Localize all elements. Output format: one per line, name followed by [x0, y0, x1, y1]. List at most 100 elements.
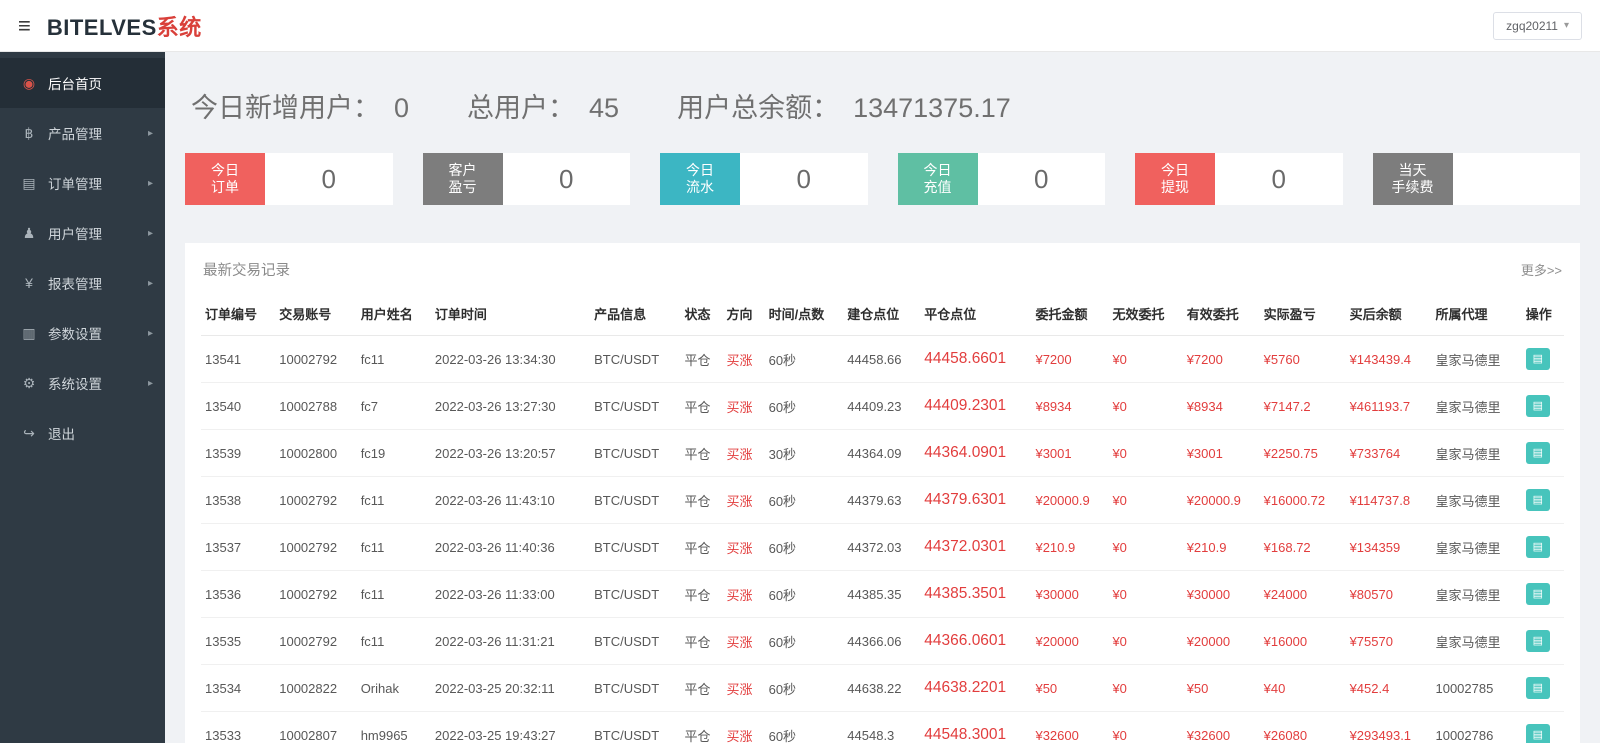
row-action-button[interactable]: ▤	[1525, 395, 1550, 417]
sidebar-item-dashboard[interactable]: ◉ 后台首页	[0, 58, 165, 108]
sidebar-item-users[interactable]: ♟ 用户管理 ▸	[0, 208, 165, 258]
cell-direction: 买涨	[722, 382, 765, 430]
sidebar-item-reports[interactable]: ¥ 报表管理 ▸	[0, 258, 165, 308]
cell-username: fc11	[356, 617, 431, 665]
cell-balance-after: ¥134359	[1345, 523, 1432, 571]
stat-new-users-value: 0	[394, 93, 410, 123]
cell-actual-pnl: ¥26080	[1259, 711, 1346, 743]
cell-product: BTC/USDT	[590, 429, 681, 477]
stat-card-label: 今日 充值	[897, 153, 978, 205]
cell-invalid-entrust: ¥0	[1108, 335, 1183, 383]
top-bar: ≡ BITELVES系统 zgq20211 ▾	[0, 0, 1600, 52]
cell-account: 10002792	[275, 523, 357, 571]
column-header: 交易账号	[275, 292, 357, 336]
row-action-button[interactable]: ▤	[1525, 348, 1550, 370]
cell-agent: 皇家马德里	[1431, 335, 1522, 383]
table-row: 13534 10002822 Orihak 2022-03-25 20:32:11 BT…	[201, 664, 1564, 712]
column-header: 订单时间	[430, 292, 591, 336]
hamburger-menu-icon[interactable]: ≡	[18, 14, 31, 37]
chevron-right-icon: ▸	[147, 177, 153, 189]
cell-account: 10002807	[275, 711, 357, 743]
cell-valid-entrust: ¥30000	[1182, 570, 1260, 618]
cell-actual-pnl: ¥168.72	[1259, 523, 1346, 571]
stat-card-today-flow: 今日 流水 0	[660, 153, 868, 205]
cell-status: 平仓	[680, 523, 723, 571]
cell-open-point: 44379.63	[843, 476, 921, 524]
stat-card-today-withdraw: 今日 提现 0	[1135, 153, 1343, 205]
cell-action: ▤	[1521, 617, 1564, 665]
row-action-button[interactable]: ▤	[1525, 630, 1550, 652]
sidebar-item-params[interactable]: ▥ 参数设置 ▸	[0, 308, 165, 358]
chevron-down-icon: ▾	[1563, 20, 1569, 31]
trade-table-card: 最新交易记录 更多>> 订单编号 交易账号 用户姓名 订单时间 产品信息 状态 方向 时间/点…	[185, 243, 1580, 743]
row-action-button[interactable]: ▤	[1525, 536, 1550, 558]
cell-valid-entrust: ¥7200	[1182, 335, 1260, 383]
cell-agent: 皇家马德里	[1431, 617, 1522, 665]
stat-card-label-line: 提现	[1161, 179, 1189, 195]
cell-order-id: 13534	[201, 664, 276, 712]
cell-entrust-amount: ¥8934	[1031, 382, 1109, 430]
sidebar-item-label: 产品管理	[48, 127, 102, 142]
sidebar-item-products[interactable]: ฿ 产品管理 ▸	[0, 108, 165, 158]
cell-invalid-entrust: ¥0	[1108, 523, 1183, 571]
cell-username: hm9965	[356, 711, 431, 743]
row-action-button[interactable]: ▤	[1525, 489, 1550, 511]
cell-entrust-amount: ¥7200	[1031, 335, 1109, 383]
cell-time-points: 60秒	[764, 523, 844, 571]
row-action-button[interactable]: ▤	[1525, 677, 1550, 699]
app-title: BITELVES系统	[47, 10, 202, 42]
row-action-button[interactable]: ▤	[1525, 442, 1550, 464]
cell-order-id: 13539	[201, 429, 276, 477]
cell-time-points: 60秒	[764, 711, 844, 743]
cell-close-point: 44638.2201	[920, 664, 1032, 712]
stat-cards: 今日 订单 0 客户 盈亏 0 今日 流水 0 今日 充值 0 今日 提现 0 当天 手续费	[185, 153, 1580, 205]
stat-card-value: 0	[796, 163, 811, 194]
cell-time-points: 60秒	[764, 476, 844, 524]
column-header: 实际盈亏	[1259, 292, 1346, 336]
column-header: 时间/点数	[764, 292, 844, 336]
cell-entrust-amount: ¥30000	[1031, 570, 1109, 618]
cell-invalid-entrust: ¥0	[1108, 476, 1183, 524]
cell-balance-after: ¥452.4	[1345, 664, 1432, 712]
more-link[interactable]: 更多>>	[1521, 260, 1562, 279]
cell-balance-after: ¥114737.8	[1345, 476, 1432, 524]
cell-product: BTC/USDT	[590, 617, 681, 665]
row-action-button[interactable]: ▤	[1525, 583, 1550, 605]
cell-balance-after: ¥293493.1	[1345, 711, 1432, 743]
cell-order-time: 2022-03-26 13:20:57	[430, 429, 591, 477]
cell-actual-pnl: ¥7147.2	[1259, 382, 1346, 430]
cell-time-points: 60秒	[764, 617, 844, 665]
cell-direction: 买涨	[722, 711, 765, 743]
table-row: 13539 10002800 fc19 2022-03-26 13:20:57 BTC/…	[201, 429, 1564, 477]
cell-product: BTC/USDT	[590, 335, 681, 383]
row-action-button[interactable]: ▤	[1525, 724, 1550, 743]
cell-balance-after: ¥733764	[1345, 429, 1432, 477]
brand-name: BITELVES	[46, 14, 157, 40]
chevron-right-icon: ▸	[147, 227, 153, 239]
column-header: 平仓点位	[920, 292, 1032, 336]
stat-card-value: 0	[1271, 163, 1286, 194]
trade-table-body: 13541 10002792 fc11 2022-03-26 13:34:30 BTC/…	[201, 335, 1564, 743]
cell-close-point: 44364.0901	[920, 429, 1032, 477]
cell-direction: 买涨	[722, 476, 765, 524]
column-header: 有效委托	[1182, 292, 1260, 336]
user-menu[interactable]: zgq20211 ▾	[1493, 11, 1582, 40]
main-content: 今日新增用户： 0 总用户： 45 用户总余额： 13471375.17 今日订…	[165, 52, 1600, 743]
sidebar-item-label: 系统设置	[48, 377, 102, 392]
stat-total-balance-value: 13471375.17	[853, 93, 1011, 123]
cell-account: 10002792	[275, 476, 357, 524]
cell-account: 10002792	[275, 335, 357, 383]
cell-actual-pnl: ¥24000	[1259, 570, 1346, 618]
cell-account: 10002822	[275, 664, 357, 712]
sidebar-item-system[interactable]: ⚙ 系统设置 ▸	[0, 358, 165, 408]
sidebar-item-orders[interactable]: ▤ 订单管理 ▸	[0, 158, 165, 208]
stat-card-label-line: 充值	[923, 179, 952, 195]
cell-agent: 10002785	[1431, 664, 1522, 712]
cell-invalid-entrust: ¥0	[1108, 429, 1183, 477]
cell-valid-entrust: ¥3001	[1182, 429, 1260, 477]
table-row: 13533 10002807 hm9965 2022-03-25 19:43:27 BT…	[201, 711, 1564, 743]
bitcoin-icon: ฿	[24, 124, 34, 141]
cell-account: 10002792	[275, 617, 357, 665]
sidebar-item-logout[interactable]: ↪ 退出	[0, 408, 165, 458]
sidebar-nav: ◉ 后台首页 ฿ 产品管理 ▸ ▤ 订单管理 ▸ ♟ 用户管理 ▸ ¥ 报表管理 ▸ ▥ 参数设置 ▸ ⚙ 系统设置…	[0, 58, 165, 458]
